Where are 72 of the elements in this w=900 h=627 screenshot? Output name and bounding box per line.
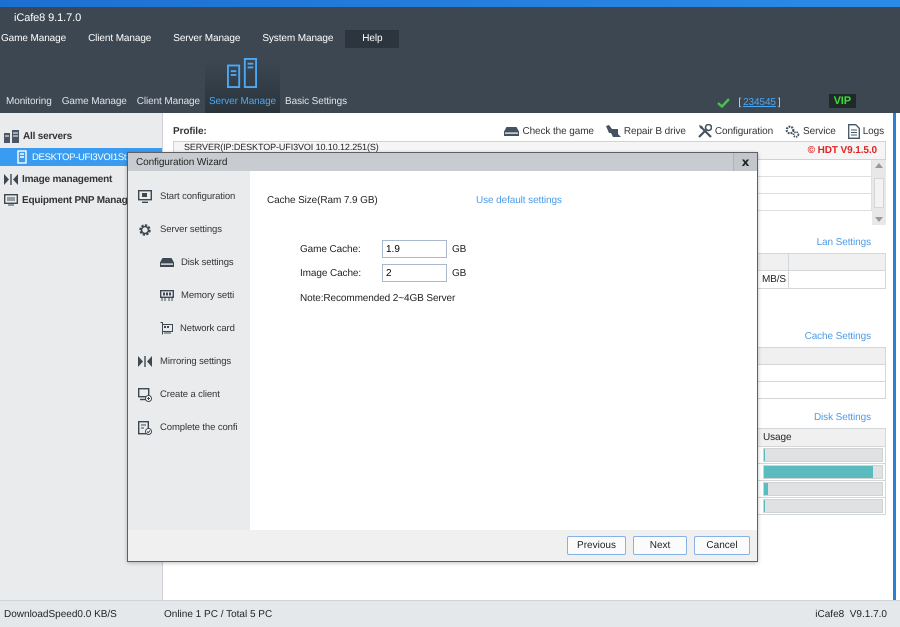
computer-add-icon <box>138 388 152 402</box>
tab[interactable]: Basic Settings <box>280 58 352 113</box>
monitor-icon <box>138 190 152 203</box>
wizard-step[interactable]: Network card <box>128 312 235 345</box>
hard-drive-icon <box>504 126 520 136</box>
hard-drive-icon <box>160 258 174 267</box>
server-name: SERVER(IP:DESKTOP-UFI3VOI 10.10.12.251(S) <box>184 143 379 152</box>
scroll-down-icon[interactable] <box>875 217 883 222</box>
dialog-button[interactable]: Previous <box>567 536 626 555</box>
tab[interactable]: Monitoring <box>0 58 57 113</box>
toolbar-button[interactable]: Check the game <box>504 126 594 136</box>
bracket: [ <box>738 97 742 108</box>
server-icon <box>225 58 260 88</box>
mirror-icon <box>138 356 152 367</box>
column-header: Usage <box>763 432 792 443</box>
cache-input[interactable]: 1.9 <box>382 240 447 258</box>
profile-label: Profile: <box>173 126 207 136</box>
wizard-step[interactable]: Disk settings <box>128 246 234 279</box>
mirror-icon <box>4 174 18 184</box>
field-label: Image Cache: <box>300 268 362 278</box>
wizard-step[interactable]: Server settings <box>128 213 222 246</box>
field-label: Game Cache: <box>300 244 362 254</box>
wizard-step[interactable]: Complete the confi <box>128 411 238 444</box>
network-card-icon <box>160 322 173 335</box>
menu-item[interactable]: Help <box>345 30 400 48</box>
tab[interactable]: Game Manage <box>56 58 132 113</box>
menu-item[interactable]: Server Manage <box>163 30 250 48</box>
account-id-link[interactable]: 234545 <box>743 97 776 108</box>
sidebar-item[interactable]: Equipment PNP Manag <box>0 191 128 209</box>
wizard-step[interactable]: Mirroring settings <box>128 345 232 378</box>
cache-input[interactable]: 2 <box>382 264 447 282</box>
tab[interactable]: Client Manage <box>132 58 205 113</box>
app-version: iCafe8 V9.1.7.0 <box>815 608 888 620</box>
note-text: Note:Recommended 2~4GB Server <box>300 293 456 304</box>
wizard-step[interactable]: Create a client <box>128 378 220 411</box>
tool-icon <box>606 125 621 137</box>
toolbar-button[interactable]: Logs <box>848 124 884 138</box>
menu-item[interactable]: Client Manage <box>78 30 162 48</box>
tools-icon <box>698 124 712 138</box>
section-heading: Cache Size(Ram 7.9 GB) <box>267 194 379 206</box>
settings-icon <box>138 222 152 236</box>
servers-icon <box>4 130 19 142</box>
server-icon <box>16 150 28 164</box>
wizard-step[interactable]: Start configuration <box>128 180 236 213</box>
toolbar-button[interactable]: Service <box>785 124 836 138</box>
window-title: iCafe8 9.1.7.0 <box>13 11 82 25</box>
document-icon <box>848 124 860 138</box>
menu-item[interactable]: System Manage <box>252 30 344 48</box>
download-speed: DownloadSpeed0.0 KB/S <box>3 608 118 620</box>
menu-item[interactable]: Game Manage <box>0 30 76 48</box>
dialog-button[interactable]: Next <box>633 536 687 555</box>
sidebar-item[interactable]: All servers <box>0 127 72 145</box>
checklist-icon <box>138 420 152 434</box>
scroll-up-icon[interactable] <box>875 163 883 168</box>
monitor-icon <box>4 194 18 206</box>
bracket: ] <box>778 97 781 108</box>
wizard-step[interactable]: Memory setti <box>128 279 234 312</box>
toolbar-button[interactable]: Repair B drive <box>606 125 686 137</box>
table-cell: MB/S <box>762 274 786 285</box>
online-count: Online 1 PC / Total 5 PC <box>164 608 272 620</box>
scrollbar[interactable] <box>872 160 886 225</box>
unit-label: GB <box>452 244 466 254</box>
dialog-button[interactable]: Cancel <box>694 536 750 555</box>
vip-badge: VIP <box>828 94 856 108</box>
gears-icon <box>785 124 800 138</box>
close-button[interactable]: x <box>733 153 757 171</box>
version-label: © HDT V9.1.5.0 <box>808 145 877 156</box>
memory-chip-icon <box>160 290 174 301</box>
tab[interactable]: Server Manage <box>204 58 280 113</box>
toolbar-button[interactable]: Configuration <box>698 124 774 138</box>
unit-label: GB <box>452 268 466 278</box>
sidebar-item[interactable]: Image management <box>0 170 112 188</box>
